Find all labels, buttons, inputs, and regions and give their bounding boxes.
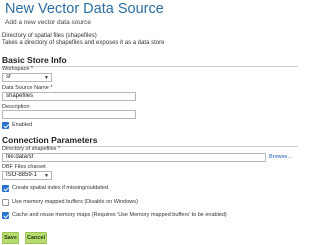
create-spatial-index-checkbox[interactable] <box>2 185 9 192</box>
source-description: Takes a directory of shapefiles and expo… <box>2 40 165 46</box>
memory-mapped-buffers-label: Use memory mapped buffers (Disable on Wi… <box>12 199 138 205</box>
enabled-label: Enabled <box>12 122 33 128</box>
enabled-checkbox[interactable] <box>2 122 9 129</box>
data-source-name-field[interactable]: shapefiles <box>2 92 136 101</box>
chevron-down-icon: ▼ <box>44 173 49 179</box>
directory-label: Directory of shapefiles * <box>2 146 61 152</box>
create-spatial-index-label: Create spatial index if missing/outdated <box>12 185 108 191</box>
data-source-name-label: Data Source Name * <box>2 85 53 91</box>
cancel-button[interactable]: Cancel <box>25 232 47 244</box>
directory-field[interactable]: file:data/sf <box>2 153 266 162</box>
chevron-down-icon: ▼ <box>44 75 49 81</box>
cache-memory-maps-label: Cache and reuse memory maps (Requires 'U… <box>12 212 227 218</box>
basic-store-info-heading: Basic Store Info <box>2 55 67 65</box>
dbf-charset-select[interactable]: ISO-8859-1 ▼ <box>2 171 52 180</box>
page-subtitle: Add a new vector data source <box>5 19 91 26</box>
workspace-label: Workspace * <box>2 66 34 72</box>
browse-link[interactable]: Browse... <box>269 154 292 160</box>
dbf-charset-value: ISO-8859-1 <box>6 172 38 178</box>
save-button[interactable]: Save <box>2 232 19 244</box>
memory-mapped-buffers-checkbox[interactable] <box>2 199 9 206</box>
cache-memory-maps-checkbox[interactable] <box>2 212 9 219</box>
description-field[interactable] <box>2 110 136 119</box>
dbf-charset-label: DBF Files charset <box>2 164 46 170</box>
section-divider <box>2 66 298 67</box>
page-title: New Vector Data Source <box>5 1 164 17</box>
workspace-value: sf <box>6 74 11 80</box>
connection-parameters-heading: Connection Parameters <box>2 135 98 145</box>
workspace-select[interactable]: sf ▼ <box>2 73 52 82</box>
